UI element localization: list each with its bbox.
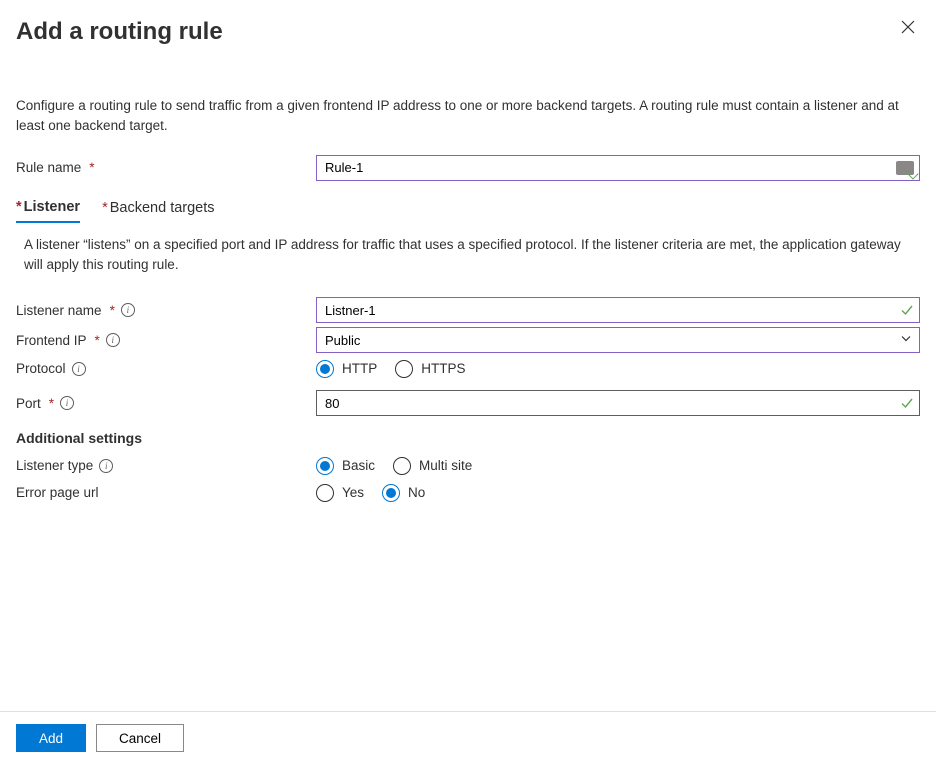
tab-backend-targets[interactable]: * Backend targets <box>102 199 214 223</box>
radio-icon <box>316 360 334 378</box>
frontend-ip-label: Frontend IP* i <box>16 329 316 352</box>
error-page-url-label: Error page url <box>16 481 316 504</box>
info-icon[interactable]: i <box>106 333 120 347</box>
panel-title: Add a routing rule <box>16 18 920 46</box>
check-icon <box>900 396 914 410</box>
rule-name-label: Rule name* <box>16 156 316 179</box>
info-icon[interactable]: i <box>72 362 86 376</box>
required-asterisk: * <box>102 200 108 216</box>
protocol-http-radio[interactable]: HTTP <box>316 360 377 378</box>
chevron-down-icon <box>900 333 912 348</box>
port-input[interactable] <box>316 390 920 416</box>
protocol-https-radio[interactable]: HTTPS <box>395 360 465 378</box>
listener-type-multisite-radio[interactable]: Multi site <box>393 457 472 475</box>
frontend-ip-select[interactable]: Public <box>316 327 920 353</box>
validation-badge-icon <box>896 161 914 175</box>
tabs: * Listener * Backend targets <box>16 199 920 223</box>
error-page-no-radio[interactable]: No <box>382 484 425 502</box>
info-icon[interactable]: i <box>121 303 135 317</box>
cancel-button[interactable]: Cancel <box>96 724 184 752</box>
listener-type-radio-group: Basic Multi site <box>316 457 920 475</box>
error-page-yes-radio[interactable]: Yes <box>316 484 364 502</box>
radio-icon <box>316 457 334 475</box>
error-page-radio-group: Yes No <box>316 484 920 502</box>
add-routing-rule-panel: Add a routing rule Configure a routing r… <box>0 0 936 764</box>
form-body: Rule name* * Listener * Backend targets <box>16 155 920 764</box>
info-icon[interactable]: i <box>60 396 74 410</box>
required-asterisk: * <box>16 199 22 215</box>
info-icon[interactable]: i <box>99 459 113 473</box>
protocol-label: Protocol i <box>16 357 316 380</box>
radio-icon <box>316 484 334 502</box>
required-asterisk: * <box>95 333 100 348</box>
radio-icon <box>382 484 400 502</box>
listener-name-label: Listener name* i <box>16 299 316 322</box>
listener-type-label: Listener type i <box>16 454 316 477</box>
protocol-radio-group: HTTP HTTPS <box>316 360 920 378</box>
required-asterisk: * <box>89 160 94 175</box>
additional-settings-heading: Additional settings <box>16 430 920 446</box>
close-icon <box>901 20 915 37</box>
add-button[interactable]: Add <box>16 724 86 752</box>
panel-description: Configure a routing rule to send traffic… <box>16 96 920 137</box>
required-asterisk: * <box>110 303 115 318</box>
panel-footer: Add Cancel <box>0 711 936 764</box>
listener-name-input[interactable] <box>316 297 920 323</box>
port-label: Port* i <box>16 392 316 415</box>
radio-icon <box>393 457 411 475</box>
listener-type-basic-radio[interactable]: Basic <box>316 457 375 475</box>
listener-tab-description: A listener “listens” on a specified port… <box>16 235 920 276</box>
rule-name-input[interactable] <box>316 155 920 181</box>
radio-icon <box>395 360 413 378</box>
check-icon <box>900 303 914 317</box>
close-button[interactable] <box>898 18 918 38</box>
required-asterisk: * <box>49 396 54 411</box>
tab-listener[interactable]: * Listener <box>16 199 80 223</box>
